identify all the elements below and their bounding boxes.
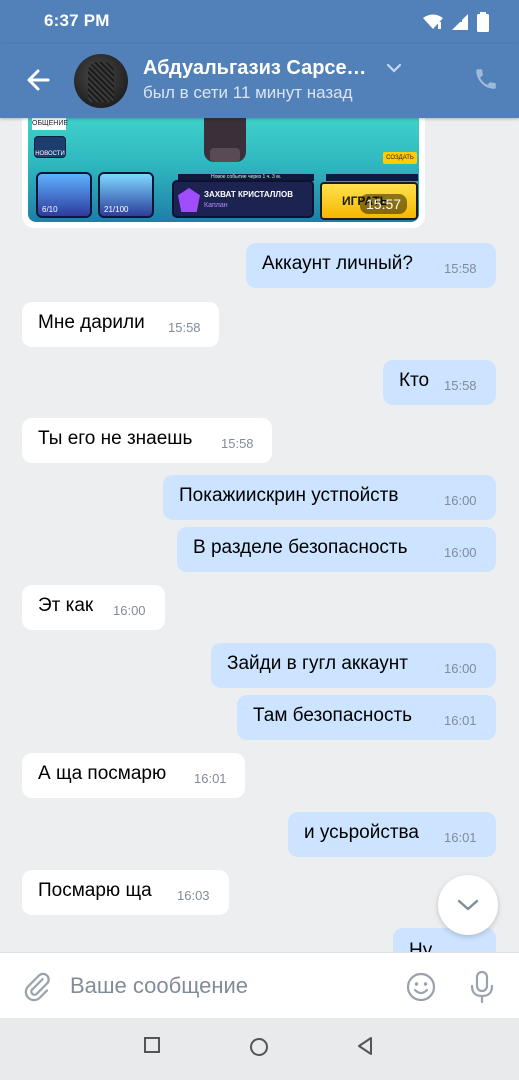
message-bubble-incoming[interactable]: Ты его не знаешь 15:58 (22, 418, 272, 463)
message-bubble-incoming[interactable]: Мне дарили 15:58 (22, 302, 219, 347)
message-bubble-outgoing[interactable]: В разделе безопасность 16:00 (177, 527, 496, 572)
attached-game-screenshot[interactable]: ОБЩЕНИЕ НОВОСТИ 6/10 21/100 Новое событи… (28, 118, 419, 222)
message-text: Кто (399, 370, 430, 391)
status-time: 6:37 PM (44, 11, 110, 30)
game-box-1: 6/10 (36, 172, 92, 218)
message-time: 16:00 (444, 661, 477, 676)
message-time: 16:01 (444, 830, 477, 845)
message-text: Эт как (38, 595, 94, 616)
image-timestamp: 15:57 (360, 194, 408, 214)
scroll-down-button[interactable] (438, 875, 498, 935)
image-message[interactable]: ОБЩЕНИЕ НОВОСТИ 6/10 21/100 Новое событи… (22, 118, 425, 228)
message-bubble-incoming[interactable]: Эт как 16:00 (22, 585, 165, 630)
wifi-icon (423, 14, 443, 29)
message-bubble-outgoing[interactable]: Аккаунт личный? 15:58 (246, 243, 496, 288)
message-list[interactable]: ОБЩЕНИЕ НОВОСТИ 6/10 21/100 Новое событи… (0, 118, 519, 952)
message-time: 15:58 (168, 320, 201, 335)
game-box-2: 21/100 (98, 172, 154, 218)
message-composer (0, 952, 519, 1018)
game-tag: ОБЩЕНИЕ (32, 118, 68, 130)
message-text: Ну (409, 940, 433, 952)
game-progress (326, 174, 418, 181)
mic-icon[interactable] (468, 969, 496, 1005)
game-create-button: СОЗДАТЬ (383, 152, 417, 164)
home-icon[interactable] (248, 1036, 270, 1058)
message-time: 15:58 (444, 261, 477, 276)
message-text: Там безопасность (253, 705, 413, 726)
message-bubble-outgoing[interactable]: и усьройства 16:01 (288, 812, 496, 857)
message-text: Аккаунт личный? (262, 253, 413, 274)
message-time: 16:01 (444, 713, 477, 728)
recents-icon[interactable] (143, 1036, 161, 1054)
contact-name[interactable]: Абдуальгазиз Сарсем… (143, 57, 379, 80)
message-time: 16:00 (113, 603, 146, 618)
battery-icon (477, 12, 489, 32)
message-text: Покажиискрин устпойств (179, 485, 399, 506)
message-time: 16:00 (444, 493, 477, 508)
message-text: Зайди в гугл аккаунт (227, 653, 408, 674)
game-mode: ЗАХВАТ КРИСТАЛЛОВ Каплан (172, 180, 314, 218)
status-bar: 6:37 PM (0, 0, 519, 44)
arrow-left-icon[interactable] (22, 64, 54, 96)
message-bubble-outgoing[interactable]: Там безопасность 16:01 (237, 695, 496, 740)
message-text: Ты его не знаешь (38, 428, 193, 449)
signal-icon (452, 14, 468, 30)
message-bubble-outgoing[interactable]: Кто 15:58 (383, 360, 496, 405)
message-time: 16:01 (194, 771, 227, 786)
chat-header: Абдуальгазиз Сарсем… был в сети 11 минут… (0, 44, 519, 118)
message-text: Посмарю ща (38, 880, 152, 901)
back-nav-icon[interactable] (356, 1036, 374, 1056)
message-time: 15:58 (444, 378, 477, 393)
avatar[interactable] (74, 54, 128, 108)
message-bubble-outgoing[interactable]: Покажиискрин устпойств 16:00 (163, 475, 496, 520)
message-text: В разделе безопасность (193, 537, 408, 558)
message-input[interactable] (70, 967, 390, 1005)
message-bubble-outgoing[interactable]: Зайди в гугл аккаунт 16:00 (211, 643, 496, 688)
message-time: 16:00 (444, 545, 477, 560)
paperclip-icon[interactable] (22, 970, 52, 1002)
chevron-down-icon (457, 899, 479, 911)
game-news-button: НОВОСТИ (34, 136, 66, 158)
message-bubble-incoming[interactable]: А ща посмарю 16:01 (22, 753, 245, 798)
message-text: А ща посмарю (38, 763, 167, 784)
phone-icon[interactable] (473, 66, 499, 92)
gem-icon (178, 188, 200, 212)
chevron-down-icon[interactable] (386, 62, 402, 74)
message-text: Мне дарили (38, 312, 145, 333)
message-time: 15:58 (221, 436, 254, 451)
message-time: 16:03 (177, 888, 210, 903)
message-bubble-incoming[interactable]: Посмарю ща 16:03 (22, 870, 229, 915)
status-icons (423, 12, 489, 32)
system-navigation-bar (0, 1018, 519, 1080)
last-seen-status: был в сети 11 минут назад (143, 83, 353, 102)
message-text: и усьройства (304, 822, 419, 843)
smile-icon[interactable] (405, 971, 437, 1003)
game-character (204, 118, 246, 162)
